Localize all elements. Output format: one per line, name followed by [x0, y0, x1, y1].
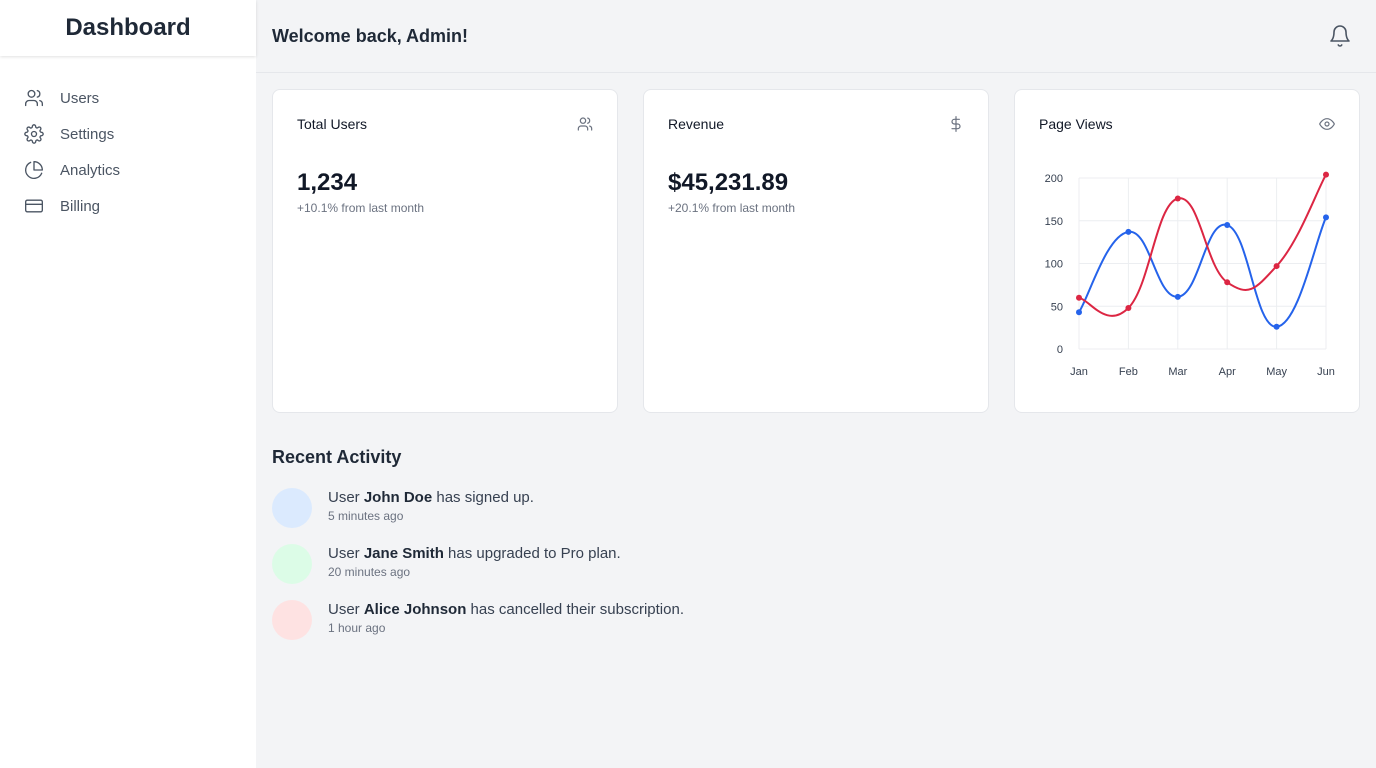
- card-value: $45,231.89: [668, 169, 789, 196]
- x-tick-label: Mar: [1168, 366, 1187, 378]
- avatar: [272, 544, 312, 584]
- data-point: [1273, 323, 1280, 330]
- data-point: [1224, 279, 1231, 286]
- x-tick-label: Feb: [1119, 366, 1138, 378]
- sidebar-item-analytics[interactable]: Analytics: [24, 152, 256, 188]
- card-title: Page Views: [1039, 116, 1113, 132]
- stat-cards: Total Users 1,234 +10.1% from last month…: [256, 73, 1376, 413]
- data-point: [1125, 228, 1132, 235]
- activity-item: User Alice Johnson has cancelled their s…: [272, 600, 1360, 656]
- eye-icon: [1319, 116, 1335, 132]
- data-point: [1076, 294, 1082, 301]
- page-views-chart: 0 50 100 150 200 Jan Feb Mar Apr May Jun: [1015, 146, 1361, 396]
- data-point: [1323, 214, 1329, 221]
- dollar-icon: [948, 116, 964, 132]
- card-title: Total Users: [297, 116, 368, 132]
- card-title: Revenue: [668, 116, 725, 132]
- activity-text: User Alice Johnson has cancelled their s…: [328, 601, 684, 618]
- activity-time: 5 minutes ago: [328, 509, 404, 523]
- sidebar: Dashboard Users Settings Analytics Billi…: [0, 0, 256, 768]
- activity-time: 20 minutes ago: [328, 565, 411, 579]
- user-name: John Doe: [363, 489, 433, 506]
- card-subtext: +20.1% from last month: [668, 201, 796, 215]
- total-users-card: Total Users 1,234 +10.1% from last month: [272, 89, 618, 413]
- y-tick-label: 200: [1045, 173, 1063, 185]
- main-content: Welcome back, Admin! Total Users 1,234 +…: [256, 0, 1376, 768]
- user-name: Alice Johnson: [363, 601, 467, 618]
- data-point: [1076, 309, 1082, 316]
- x-tick-label: Apr: [1219, 366, 1236, 378]
- credit-card-icon: [24, 196, 44, 216]
- revenue-card: Revenue $45,231.89 +20.1% from last mont…: [643, 89, 989, 413]
- activity-item: User Jane Smith has upgraded to Pro plan…: [272, 544, 1360, 600]
- section-title: Recent Activity: [272, 447, 402, 467]
- sidebar-title: Dashboard: [0, 0, 256, 56]
- card-subtext: +10.1% from last month: [297, 201, 425, 215]
- activity-text: User Jane Smith has upgraded to Pro plan…: [328, 545, 621, 562]
- data-point: [1125, 304, 1132, 311]
- bell-icon[interactable]: [1328, 24, 1352, 48]
- users-icon: [577, 116, 593, 132]
- x-tick-label: May: [1266, 366, 1287, 378]
- gear-icon: [24, 124, 44, 144]
- data-point: [1224, 222, 1231, 229]
- x-tick-label: Jun: [1317, 366, 1335, 378]
- sidebar-item-settings[interactable]: Settings: [24, 116, 256, 152]
- recent-activity: Recent Activity User John Doe has signed…: [256, 413, 1376, 656]
- page-title: Welcome back, Admin!: [272, 25, 469, 46]
- avatar: [272, 600, 312, 640]
- sidebar-item-users[interactable]: Users: [24, 80, 256, 116]
- sidebar-item-label: Settings: [60, 125, 115, 143]
- line-chart: 0 50 100 150 200 Jan Feb Mar Apr May Jun: [1045, 171, 1335, 378]
- user-name: Jane Smith: [363, 545, 444, 562]
- sidebar-nav: Users Settings Analytics Billing: [0, 56, 256, 224]
- y-tick-label: 100: [1045, 259, 1063, 271]
- activity-text: User John Doe has signed up.: [328, 489, 534, 506]
- sidebar-item-label: Billing: [60, 197, 101, 215]
- data-point: [1323, 171, 1329, 178]
- sidebar-item-label: Users: [60, 89, 100, 107]
- sidebar-item-label: Analytics: [60, 161, 121, 179]
- app: Dashboard Users Settings Analytics Billi…: [0, 0, 1376, 768]
- data-point: [1174, 293, 1181, 300]
- avatar: [272, 488, 312, 528]
- series-line-1: [1078, 174, 1327, 317]
- activity-time: 1 hour ago: [328, 621, 386, 635]
- y-tick-label: 0: [1057, 344, 1063, 356]
- card-value: 1,234: [297, 169, 358, 196]
- sidebar-item-billing[interactable]: Billing: [24, 188, 256, 224]
- data-point: [1174, 195, 1181, 202]
- top-bar: Welcome back, Admin!: [256, 0, 1376, 73]
- y-tick-label: 50: [1051, 301, 1063, 313]
- x-tick-label: Jan: [1070, 366, 1088, 378]
- data-point: [1273, 263, 1280, 270]
- pie-chart-icon: [24, 160, 44, 180]
- activity-item: User John Doe has signed up. 5 minutes a…: [272, 488, 1360, 544]
- users-icon: [24, 88, 44, 108]
- page-views-card: Page Views 0 50 100 150 200 Jan Feb Mar Apr May Ju…: [1014, 89, 1360, 413]
- y-tick-label: 150: [1045, 216, 1063, 228]
